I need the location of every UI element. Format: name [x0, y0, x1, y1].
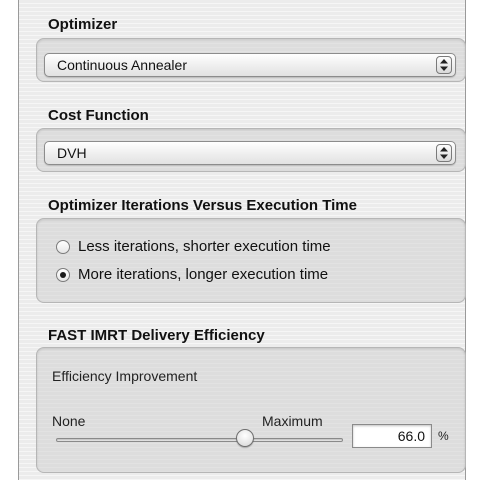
cost-function-select-value: DVH — [57, 145, 87, 161]
radio-more-iterations-label: More iterations, longer execution time — [78, 266, 329, 283]
radio-button-selected-icon[interactable] — [56, 268, 70, 282]
efficiency-improvement-label: Efficiency Improvement — [52, 368, 198, 384]
optimizer-select[interactable]: Continuous Annealer — [44, 53, 456, 77]
slider-min-label: None — [52, 413, 86, 429]
delivery-efficiency-title: FAST IMRT Delivery Efficiency — [48, 327, 265, 344]
cost-function-select[interactable]: DVH — [44, 141, 456, 165]
cost-function-title: Cost Function — [48, 107, 149, 124]
up-down-arrows-icon — [436, 56, 452, 74]
percent-unit-label: % — [438, 429, 449, 443]
iterations-title: Optimizer Iterations Versus Execution Ti… — [48, 197, 357, 214]
efficiency-value-field[interactable] — [352, 424, 432, 448]
efficiency-slider-track[interactable] — [56, 438, 343, 442]
radio-less-iterations-label: Less iterations, shorter execution time — [78, 238, 331, 255]
optimizer-select-value: Continuous Annealer — [57, 57, 187, 73]
radio-button-icon[interactable] — [56, 240, 70, 254]
up-down-arrows-icon — [436, 144, 452, 162]
efficiency-slider-thumb[interactable] — [236, 429, 254, 447]
optimizer-title: Optimizer — [48, 16, 118, 33]
delivery-efficiency-group — [36, 347, 466, 473]
slider-max-label: Maximum — [262, 413, 323, 429]
iterations-group — [36, 218, 466, 303]
radio-dot-icon — [60, 272, 66, 278]
